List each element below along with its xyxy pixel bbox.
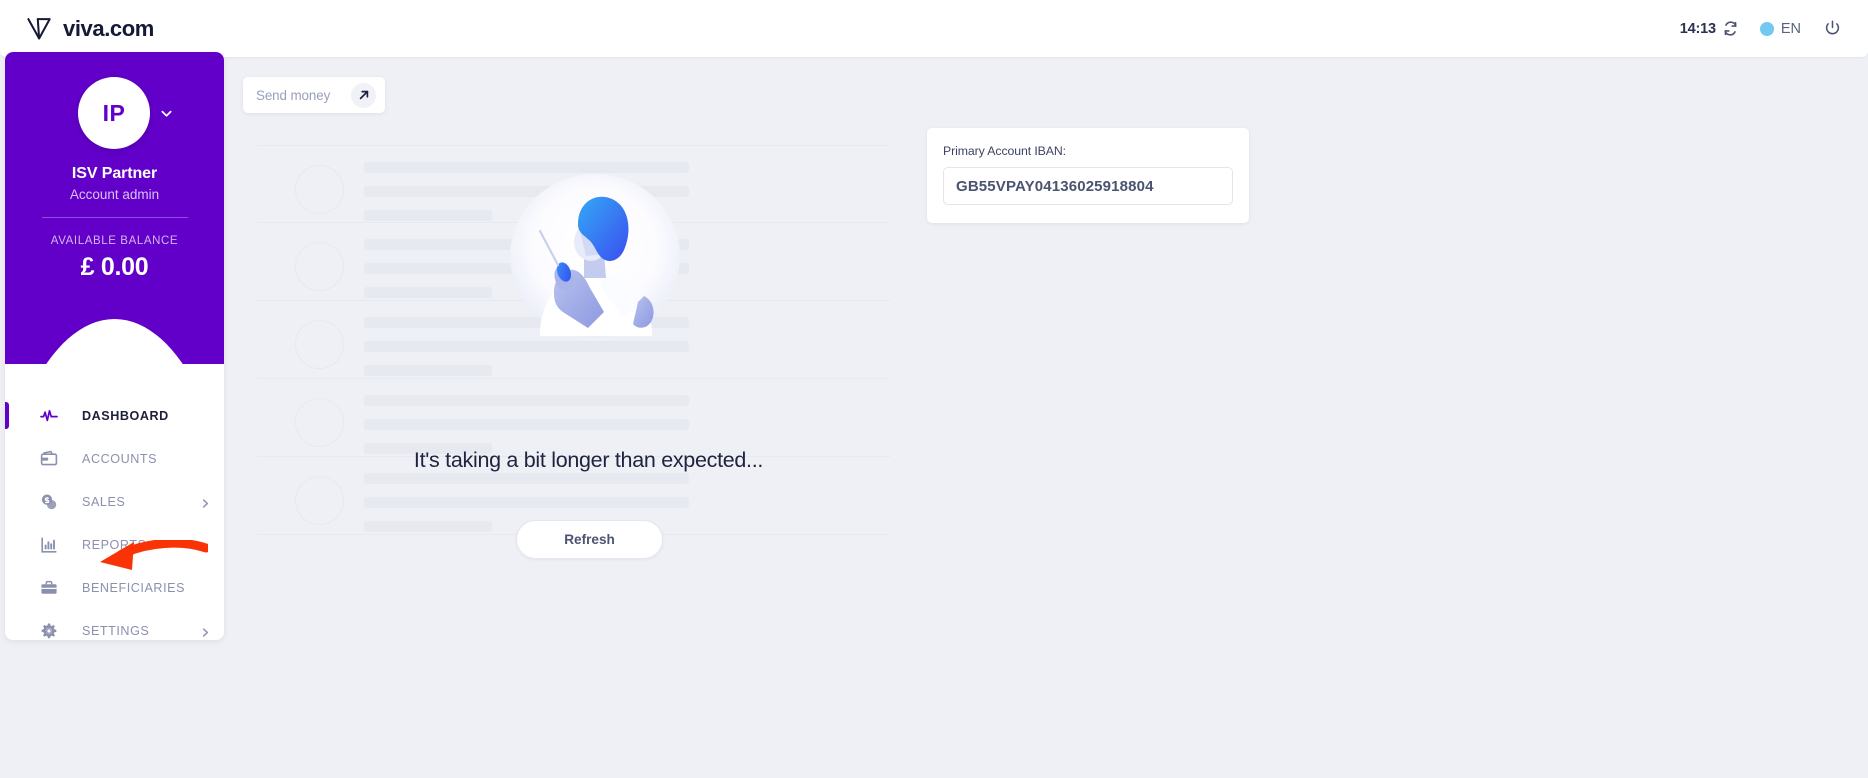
- chevron-right-icon[interactable]: [200, 496, 211, 508]
- sidebar-item-label: SETTINGS: [82, 623, 150, 638]
- top-header-bar: viva.com 14:13 EN: [0, 0, 1868, 57]
- account-summary-panel: IP ISV Partner Account admin AVAILABLE B…: [5, 52, 224, 364]
- person-writing-illustration: [492, 168, 689, 338]
- chevron-right-icon[interactable]: [200, 625, 211, 637]
- chevron-right-icon[interactable]: [200, 539, 211, 551]
- chevron-down-icon[interactable]: [160, 107, 173, 120]
- language-label: EN: [1780, 20, 1801, 37]
- available-balance-label: AVAILABLE BALANCE: [50, 235, 179, 247]
- refresh-icon[interactable]: [1723, 21, 1738, 36]
- skeleton-line: [364, 287, 492, 298]
- arrow-up-right-icon[interactable]: [351, 82, 376, 108]
- skeleton-avatar: [295, 165, 344, 214]
- divider: [41, 217, 188, 218]
- account-name: ISV Partner: [71, 165, 158, 182]
- header-actions: 14:13 EN: [1680, 19, 1842, 38]
- sidebar: IP ISV Partner Account admin AVAILABLE B…: [5, 52, 224, 640]
- refresh-button[interactable]: Refresh: [516, 520, 663, 559]
- language-selector[interactable]: EN: [1759, 20, 1801, 37]
- iban-field[interactable]: GB55VPAY04136025918804: [943, 167, 1233, 205]
- skeleton-avatar: [295, 476, 344, 525]
- skeleton-line: [364, 419, 689, 430]
- sidebar-item-label: REPORTS: [82, 537, 147, 552]
- skeleton-avatar: [295, 398, 344, 447]
- skeleton-avatar: [295, 320, 344, 369]
- iban-value: GB55VPAY04136025918804: [956, 177, 1154, 195]
- skeleton-avatar: [295, 242, 344, 291]
- skeleton-line: [364, 365, 492, 376]
- skeleton-line: [364, 395, 689, 406]
- sidebar-item-dashboard[interactable]: DASHBOARD: [5, 394, 224, 437]
- activity-pulse-icon: [40, 407, 58, 425]
- wallet-icon: [40, 450, 58, 468]
- skeleton-line: [364, 497, 689, 508]
- sidebar-item-settings[interactable]: SETTINGS: [5, 609, 224, 640]
- globe-icon: [1759, 21, 1774, 36]
- sidebar-item-reports[interactable]: REPORTS: [5, 523, 224, 566]
- available-balance-amount: £ 0.00: [80, 253, 149, 281]
- loading-message: It's taking a bit longer than expected..…: [413, 448, 764, 472]
- brand-name: viva.com: [63, 15, 154, 41]
- skeleton-line: [364, 473, 689, 484]
- skeleton-row: [257, 379, 890, 457]
- clock-time: 14:13: [1679, 20, 1716, 37]
- sidebar-item-label: BENEFICIARIES: [82, 580, 186, 595]
- viva-w-logo-icon: [26, 17, 53, 41]
- primary-account-iban-card: Primary Account IBAN: GB55VPAY0413602591…: [927, 128, 1249, 223]
- gear-icon: [40, 622, 58, 640]
- iban-label: Primary Account IBAN:: [943, 144, 1066, 158]
- skeleton-line: [364, 341, 689, 352]
- session-clock[interactable]: 14:13: [1680, 21, 1738, 37]
- send-money-button[interactable]: Send money: [243, 77, 385, 113]
- avatar[interactable]: IP: [78, 77, 150, 149]
- sidebar-nav: DASHBOARD ACCOUNTS SALES REPORTS BENEFIC…: [5, 364, 224, 640]
- send-money-label: Send money: [256, 87, 331, 103]
- brand-logo-group[interactable]: viva.com: [26, 16, 154, 42]
- sales-chat-icon: [40, 493, 58, 511]
- sidebar-item-sales[interactable]: SALES: [5, 480, 224, 523]
- sidebar-item-accounts[interactable]: ACCOUNTS: [5, 437, 224, 480]
- sidebar-item-label: DASHBOARD: [82, 408, 169, 423]
- power-icon[interactable]: [1823, 19, 1842, 38]
- bar-chart-icon: [40, 536, 58, 554]
- sidebar-item-label: SALES: [82, 494, 126, 509]
- account-role: Account admin: [69, 187, 160, 202]
- skeleton-line: [364, 521, 492, 532]
- skeleton-line: [364, 210, 492, 221]
- account-switcher[interactable]: IP: [5, 77, 224, 149]
- sidebar-item-label: ACCOUNTS: [82, 451, 158, 466]
- sidebar-item-beneficiaries[interactable]: BENEFICIARIES: [5, 566, 224, 609]
- briefcase-icon: [40, 579, 58, 597]
